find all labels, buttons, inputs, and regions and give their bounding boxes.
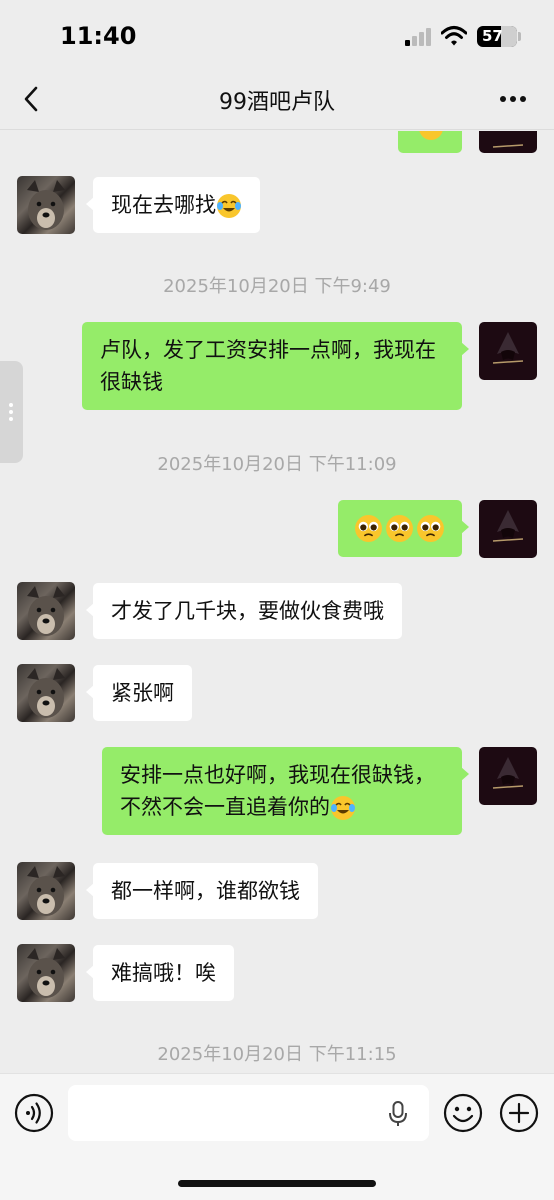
message-input[interactable] [68,1085,429,1141]
message-text: 现在去哪找 [111,193,216,217]
hooded-figure-icon [492,332,524,364]
pleading-face-emoji-icon [417,515,444,542]
message-bubble[interactable]: 难搞哦！唉 [86,945,234,1001]
laughing-tears-emoji-icon [217,194,241,218]
hooded-figure-icon [492,144,524,148]
microphone-icon[interactable] [386,1099,410,1129]
more-icon[interactable] [500,96,528,104]
signal-icon [405,28,435,46]
message-text: 安排一点也好啊，我现在很缺钱，不然不会一直追着你的 [120,763,435,819]
nav-bar: 99酒吧卢队 [0,70,554,130]
laughing-tears-emoji-icon [419,131,443,140]
battery-level: 57 [482,27,503,45]
status-bar: 11:40 57 [0,0,554,70]
emoji-picker-icon[interactable] [443,1093,483,1133]
self-avatar[interactable] [479,747,537,805]
message-bubble[interactable]: 都一样啊，谁都欲钱 [86,863,318,919]
laughing-tears-emoji-icon [331,796,355,820]
contact-avatar[interactable] [17,664,75,722]
self-avatar[interactable] [479,322,537,380]
self-avatar[interactable] [479,500,537,558]
message-bubble[interactable]: 紧张啊 [86,665,192,721]
message-timestamp: 2025年10月20日 下午9:49 [163,276,391,297]
message-text: 卢队，发了工资安排一点啊，我现在很缺钱 [100,338,436,394]
message-bubble[interactable]: 安排一点也好啊，我现在很缺钱，不然不会一直追着你的 [102,747,469,835]
chat-message-list[interactable]: 现在去哪找 2025年10月20日 下午9:49 卢队，发了工资安排一点啊，我现… [0,131,554,1073]
floating-side-handle[interactable] [0,361,23,463]
self-avatar[interactable] [479,131,537,153]
wifi-icon [441,26,467,46]
status-time: 11:40 [60,22,137,50]
contact-avatar[interactable] [17,582,75,640]
wolf-icon [27,180,65,230]
contact-avatar[interactable] [17,176,75,234]
hooded-figure-icon [492,757,524,789]
message-bubble[interactable] [338,500,469,557]
hooded-figure-icon [492,510,524,542]
more-actions-plus-icon[interactable] [499,1093,539,1133]
message-text: 难搞哦！唉 [111,961,216,985]
message-text: 才发了几千块，要做伙食费哦 [111,599,384,623]
wolf-icon [27,668,65,718]
home-indicator[interactable] [178,1180,376,1187]
message-bubble[interactable]: 卢队，发了工资安排一点啊，我现在很缺钱 [82,322,469,410]
message-text: 紧张啊 [111,681,174,705]
battery-icon: 57 [477,26,517,47]
message-bubble[interactable]: 现在去哪找 [86,177,260,233]
voice-input-icon[interactable] [14,1093,54,1133]
contact-avatar[interactable] [17,944,75,1002]
message-timestamp: 2025年10月20日 下午11:15 [157,1044,397,1065]
chat-title: 99酒吧卢队 [219,90,335,115]
wolf-icon [27,866,65,916]
message-bubble[interactable]: 才发了几千块，要做伙食费哦 [86,583,402,639]
message-text: 都一样啊，谁都欲钱 [111,879,300,903]
pleading-face-emoji-icon [386,515,413,542]
pleading-face-emoji-icon [355,515,382,542]
message-timestamp: 2025年10月20日 下午11:09 [157,454,397,475]
wolf-icon [27,586,65,636]
wolf-icon [27,948,65,998]
contact-avatar[interactable] [17,862,75,920]
